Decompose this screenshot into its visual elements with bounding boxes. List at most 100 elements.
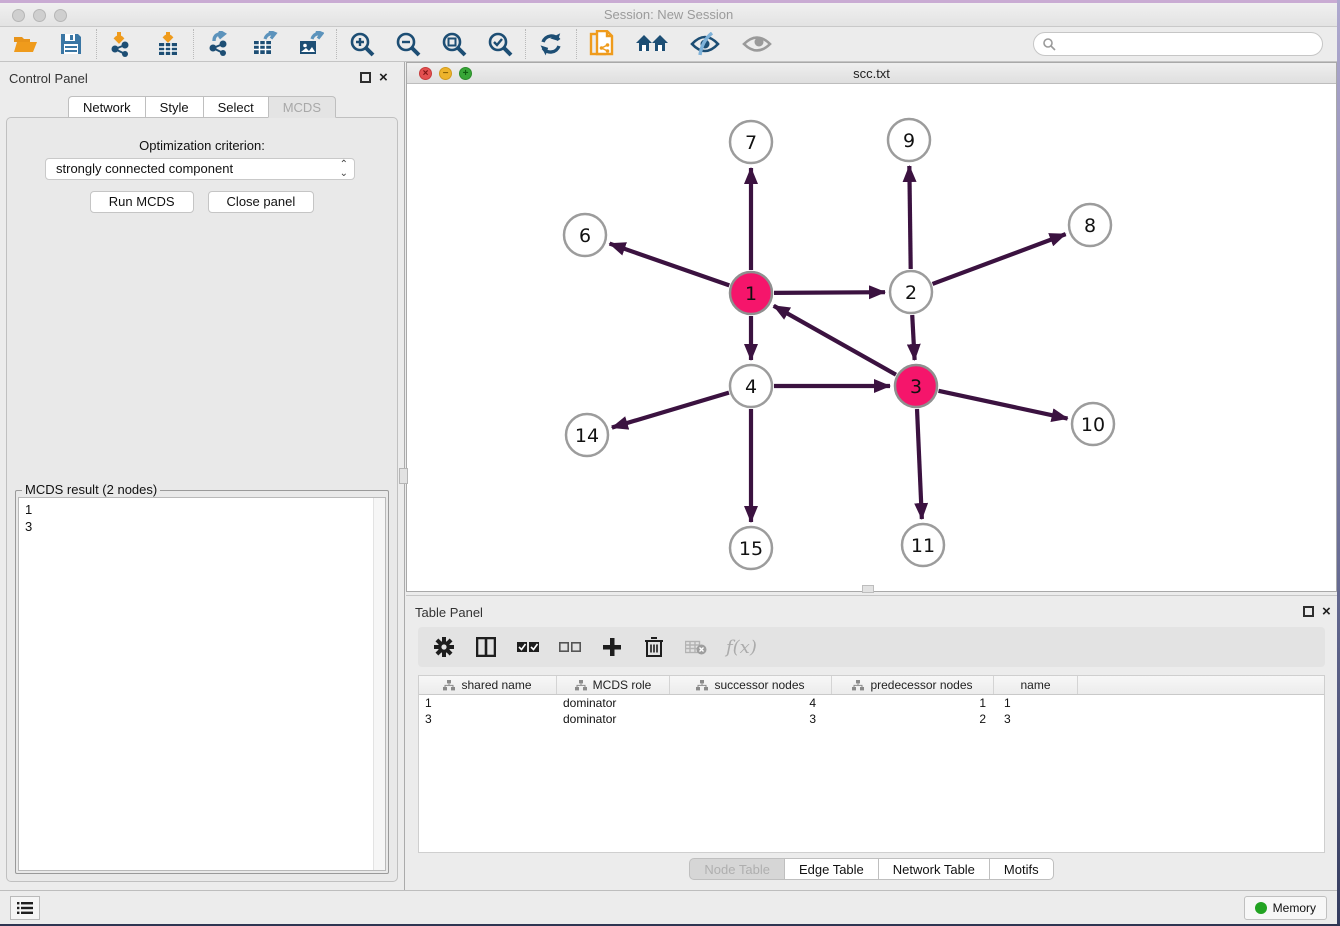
- network-canvas[interactable]: 7961284314101511: [407, 84, 1336, 591]
- network-graph[interactable]: 7961284314101511: [407, 84, 1336, 591]
- zoom-out-icon[interactable]: [395, 31, 421, 57]
- cell-name: 1: [994, 695, 1078, 711]
- criterion-select[interactable]: strongly connected component ⌃⌄: [45, 158, 355, 180]
- graph-node-label: 3: [910, 376, 922, 398]
- export-table-icon[interactable]: [252, 31, 278, 57]
- network-window-titlebar[interactable]: × − + scc.txt: [407, 63, 1336, 84]
- graph-node-label: 11: [911, 535, 935, 557]
- table-row[interactable]: 3 dominator 3 2 3: [419, 711, 1324, 727]
- graph-node-label: 7: [745, 132, 757, 154]
- import-table-icon[interactable]: [155, 31, 181, 57]
- hierarchy-icon: [575, 680, 587, 691]
- memory-button[interactable]: Memory: [1244, 896, 1327, 920]
- desktop-edge-top: [0, 0, 1340, 3]
- mcds-result-list[interactable]: 1 3: [18, 497, 386, 871]
- result-scrollbar[interactable]: [373, 498, 385, 870]
- task-history-button[interactable]: [10, 896, 40, 920]
- mcds-result-title: MCDS result (2 nodes): [22, 482, 160, 497]
- panel-divider-grip[interactable]: [399, 468, 408, 484]
- graph-edge-1-2[interactable]: [774, 292, 885, 293]
- cell-predecessor-nodes: 2: [832, 711, 994, 727]
- column-header-predecessor-nodes[interactable]: predecessor nodes: [832, 676, 994, 694]
- export-network-icon[interactable]: [206, 31, 232, 57]
- result-line: 3: [25, 518, 385, 535]
- import-network-icon[interactable]: [109, 31, 135, 57]
- graph-edge-2-3[interactable]: [912, 315, 914, 360]
- tab-edge-table[interactable]: Edge Table: [784, 858, 878, 880]
- close-panel-icon[interactable]: ×: [379, 69, 388, 86]
- mcds-result-group: MCDS result (2 nodes) 1 3: [15, 490, 389, 874]
- column-label: predecessor nodes: [870, 678, 972, 692]
- table-panel-title: Table Panel: [415, 605, 483, 620]
- graph-node-label: 6: [579, 225, 591, 247]
- add-column-icon[interactable]: [600, 635, 624, 659]
- main-toolbar: [0, 27, 1337, 62]
- tab-node-table[interactable]: Node Table: [689, 858, 784, 880]
- graph-node-label: 2: [905, 282, 917, 304]
- zoom-fit-icon[interactable]: [441, 31, 467, 57]
- hide-eye-icon[interactable]: [689, 31, 721, 57]
- table-tabs: Node Table Edge Table Network Table Moti…: [406, 858, 1337, 880]
- graph-edge-3-1[interactable]: [774, 306, 896, 375]
- tab-style[interactable]: Style: [145, 96, 203, 118]
- open-folder-icon[interactable]: [12, 31, 38, 57]
- node-table[interactable]: shared name MCDS role successor nodes pr…: [418, 675, 1325, 853]
- graph-edge-4-14[interactable]: [612, 393, 729, 428]
- cell-predecessor-nodes: 1: [832, 695, 994, 711]
- run-mcds-button[interactable]: Run MCDS: [90, 191, 194, 213]
- tab-select[interactable]: Select: [203, 96, 268, 118]
- table-header: shared name MCDS role successor nodes pr…: [419, 676, 1324, 695]
- column-header-name[interactable]: name: [994, 676, 1078, 694]
- column-header-shared-name[interactable]: shared name: [419, 676, 557, 694]
- close-panel-button[interactable]: Close panel: [208, 191, 315, 213]
- open-session-icon[interactable]: [589, 31, 615, 57]
- search-field[interactable]: [1033, 32, 1323, 56]
- graph-edge-3-10[interactable]: [938, 391, 1067, 419]
- control-panel-tabs: Network Style Select MCDS: [0, 96, 404, 118]
- app-title: Session: New Session: [0, 7, 1337, 22]
- graph-edge-2-8[interactable]: [933, 234, 1066, 284]
- clear-checks-icon[interactable]: [558, 635, 582, 659]
- column-header-successor-nodes[interactable]: successor nodes: [670, 676, 832, 694]
- refresh-icon[interactable]: [538, 31, 564, 57]
- graph-edge-3-11[interactable]: [917, 409, 922, 519]
- close-table-panel-icon[interactable]: ×: [1322, 603, 1331, 620]
- column-header-mcds-role[interactable]: MCDS role: [557, 676, 670, 694]
- hierarchy-icon: [696, 680, 708, 691]
- save-icon[interactable]: [58, 31, 84, 57]
- memory-label: Memory: [1273, 901, 1316, 915]
- export-image-icon[interactable]: [298, 31, 324, 57]
- tab-motifs[interactable]: Motifs: [989, 858, 1054, 880]
- cell-mcds-role: dominator: [557, 711, 670, 727]
- zoom-selected-icon[interactable]: [487, 31, 513, 57]
- delete-column-icon[interactable]: [642, 635, 666, 659]
- graph-edge-2-9[interactable]: [909, 166, 910, 269]
- table-toolbar: f(x): [418, 627, 1325, 667]
- memory-status-icon: [1255, 902, 1267, 914]
- column-label: MCDS role: [593, 678, 652, 692]
- float-table-panel-icon[interactable]: [1303, 606, 1314, 617]
- tab-network[interactable]: Network: [68, 96, 145, 118]
- delete-table-icon[interactable]: [684, 635, 708, 659]
- zoom-in-icon[interactable]: [349, 31, 375, 57]
- tab-network-table[interactable]: Network Table: [878, 858, 989, 880]
- cell-shared-name: 1: [419, 695, 557, 711]
- search-input: [1056, 37, 1322, 52]
- app-titlebar: Session: New Session: [0, 3, 1337, 27]
- select-all-checks-icon[interactable]: [516, 635, 540, 659]
- split-pane-grip[interactable]: [862, 585, 874, 593]
- gear-icon[interactable]: [432, 635, 456, 659]
- graph-node-label: 4: [745, 376, 757, 398]
- graph-node-label: 8: [1084, 215, 1096, 237]
- columns-icon[interactable]: [474, 635, 498, 659]
- graph-node-label: 14: [575, 425, 599, 447]
- control-panel-title: Control Panel: [9, 71, 88, 86]
- function-builder-icon[interactable]: f(x): [726, 637, 757, 658]
- tab-mcds[interactable]: MCDS: [268, 96, 336, 118]
- show-eye-icon[interactable]: [741, 31, 773, 57]
- cell-successor-nodes: 4: [670, 695, 832, 711]
- home-networks-icon[interactable]: [635, 31, 669, 57]
- float-panel-icon[interactable]: [360, 72, 371, 83]
- table-row[interactable]: 1 dominator 4 1 1: [419, 695, 1324, 711]
- graph-edge-1-6[interactable]: [610, 244, 730, 286]
